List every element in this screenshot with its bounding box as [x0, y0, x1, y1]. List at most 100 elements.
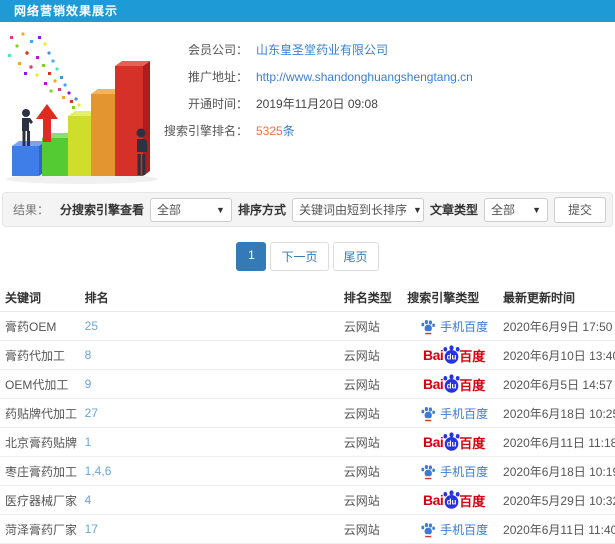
page-1-button[interactable]: 1	[236, 242, 267, 271]
time-cell: 2020年5月29日 10:32	[502, 485, 615, 515]
mobile-baidu-logo: 手机百度	[420, 521, 488, 538]
page-header: 网络营销效果展示	[0, 0, 615, 22]
table-header-row: 关键词 排名 排名类型 搜索引擎类型 最新更新时间	[0, 283, 615, 312]
baidu-logo: Bai du 百度	[423, 431, 486, 453]
baidu-cn-text: 百度	[459, 493, 486, 509]
pagination: 1 下一页 尾页	[0, 242, 615, 271]
baidu-bai-text: Bai	[423, 347, 444, 363]
engine-cell: 手机百度	[406, 514, 503, 544]
baidu-paw-icon	[421, 319, 436, 334]
engine-cell: 手机百度	[406, 398, 503, 428]
last-page-button[interactable]: 尾页	[332, 242, 379, 271]
rank-cell: 25	[83, 311, 343, 341]
page-title: 网络营销效果展示	[14, 4, 119, 18]
rank-cell: 1	[83, 427, 343, 457]
rank-link[interactable]: 1,4,6	[85, 464, 112, 478]
rank-link[interactable]: 4	[85, 493, 92, 507]
table-row: 膏药代加工 8 云网站 Bai du 百度 2020年6月10日 13:40	[0, 340, 615, 370]
filter-bar: 结果： 分搜索引擎查看 全部 ▼ 排序方式 关键词由短到长排序 ▼ 文章类型 全…	[2, 192, 613, 227]
keyword-cell: 北京膏药贴牌	[0, 427, 84, 457]
engine-cell: Bai du 百度	[406, 340, 503, 370]
svg-text:du: du	[447, 352, 457, 361]
table-row: OEM代加工 9 云网站 Bai du 百度 2020年6月5日 14:57	[0, 369, 615, 399]
rank-link[interactable]: 8	[85, 348, 92, 362]
rank-type-cell: 云网站	[342, 456, 407, 486]
rank-link[interactable]: 9	[85, 377, 92, 391]
header-rank-type: 排名类型	[342, 283, 407, 312]
open-time-label: 开通时间：	[187, 97, 248, 111]
rank-cell: 17	[83, 514, 343, 544]
rank-cell: 9	[83, 369, 343, 399]
rank-cell: 1,4,6	[83, 456, 343, 486]
promo-url-link[interactable]: http://www.shandonghuangshengtang.cn	[256, 70, 473, 84]
baidu-logo: Bai du 百度	[423, 344, 486, 366]
table-row: 膏药OEM 25 云网站 手机百度 2020年6月9日 17:50	[0, 311, 615, 341]
baidu-paw-icon	[421, 406, 436, 421]
engine-cell: Bai du 百度	[406, 485, 503, 515]
baidu-cn-text: 百度	[459, 348, 486, 364]
chevron-down-icon: ▼	[532, 204, 541, 215]
open-time-value: 2019年11月20日 09:08	[256, 97, 378, 111]
keyword-cell: OEM代加工	[0, 369, 84, 399]
keyword-cell: 菏泽膏药厂家	[0, 514, 84, 544]
baidu-bai-text: Bai	[423, 434, 444, 450]
engine-select[interactable]: 全部 ▼	[149, 197, 232, 222]
rank-count-unit: 条	[282, 124, 295, 138]
rank-type-cell: 云网站	[342, 369, 407, 399]
sort-filter-label: 排序方式	[237, 203, 286, 217]
result-label: 结果：	[13, 203, 50, 217]
chevron-down-icon: ▼	[216, 204, 225, 215]
rank-count-value: 5325	[256, 124, 283, 138]
baidu-paw-icon	[421, 464, 436, 479]
rank-link[interactable]: 17	[85, 522, 98, 536]
baidu-logo: Bai du 百度	[423, 373, 486, 395]
svg-text:du: du	[447, 439, 457, 448]
submit-button[interactable]: 提交	[553, 196, 606, 223]
next-page-button[interactable]: 下一页	[270, 242, 329, 271]
header-update-time: 最新更新时间	[502, 283, 615, 312]
company-label: 会员公司：	[187, 43, 248, 57]
keyword-cell: 枣庄膏药加工	[0, 456, 84, 486]
bar-blue	[12, 141, 46, 176]
results-table-body: 膏药OEM 25 云网站 手机百度 2020年6月9日 17:50 膏药代加工 …	[0, 311, 615, 544]
sort-select-value: 关键词由短到长排序	[298, 203, 407, 217]
time-cell: 2020年6月11日 11:18	[502, 427, 615, 457]
company-link[interactable]: 山东皇圣堂药业有限公司	[256, 43, 388, 57]
time-cell: 2020年6月11日 11:40	[502, 514, 615, 544]
baidu-bai-text: Bai	[423, 376, 444, 392]
engine-cell: Bai du 百度	[406, 427, 503, 457]
rank-type-cell: 云网站	[342, 514, 407, 544]
table-row: 枣庄膏药加工 1,4,6 云网站 手机百度 2020年6月18日 10:19	[0, 456, 615, 486]
svg-text:du: du	[447, 381, 457, 390]
mobile-baidu-label: 手机百度	[440, 406, 489, 421]
keyword-cell: 膏药代加工	[0, 340, 84, 370]
baidu-cn-text: 百度	[459, 377, 486, 393]
svg-text:du: du	[447, 497, 457, 506]
article-type-label: 文章类型	[429, 203, 478, 217]
growth-chart-illustration	[6, 32, 158, 184]
info-row-company: 会员公司： 山东皇圣堂药业有限公司	[160, 36, 473, 63]
chevron-down-icon: ▼	[412, 204, 422, 215]
rank-cell: 8	[83, 340, 343, 370]
confetti-decor	[8, 32, 81, 109]
account-info-list: 会员公司： 山东皇圣堂药业有限公司 推广地址： http://www.shand…	[160, 36, 473, 144]
table-row: 北京膏药贴牌 1 云网站 Bai du 百度 2020年6月11日 11:18	[0, 427, 615, 457]
rank-type-cell: 云网站	[342, 398, 407, 428]
keyword-cell: 医疗器械厂家	[0, 485, 84, 515]
article-type-select[interactable]: 全部 ▼	[483, 197, 548, 222]
table-row: 菏泽膏药厂家 17 云网站 手机百度 2020年6月11日 11:40	[0, 514, 615, 544]
engine-cell: Bai du 百度	[406, 369, 503, 399]
rank-link[interactable]: 27	[85, 406, 98, 420]
baidu-cn-text: 百度	[459, 435, 486, 451]
sort-select[interactable]: 关键词由短到长排序 ▼	[291, 197, 424, 222]
engine-cell: 手机百度	[406, 311, 503, 341]
mobile-baidu-logo: 手机百度	[420, 463, 488, 480]
rank-link[interactable]: 25	[85, 319, 98, 333]
time-cell: 2020年6月10日 13:40	[502, 340, 615, 370]
rank-link[interactable]: 1	[85, 435, 92, 449]
table-row: 医疗器械厂家 4 云网站 Bai du 百度 2020年5月29日 10:32	[0, 485, 615, 515]
filter-controls: 分搜索引擎查看 全部 ▼ 排序方式 关键词由短到长排序 ▼ 文章类型 全部 ▼ …	[60, 196, 606, 223]
table-row: 药贴牌代加工 27 云网站 手机百度 2020年6月18日 10:25	[0, 398, 615, 428]
keyword-cell: 膏药OEM	[0, 311, 84, 341]
time-cell: 2020年6月18日 10:19	[502, 456, 615, 486]
